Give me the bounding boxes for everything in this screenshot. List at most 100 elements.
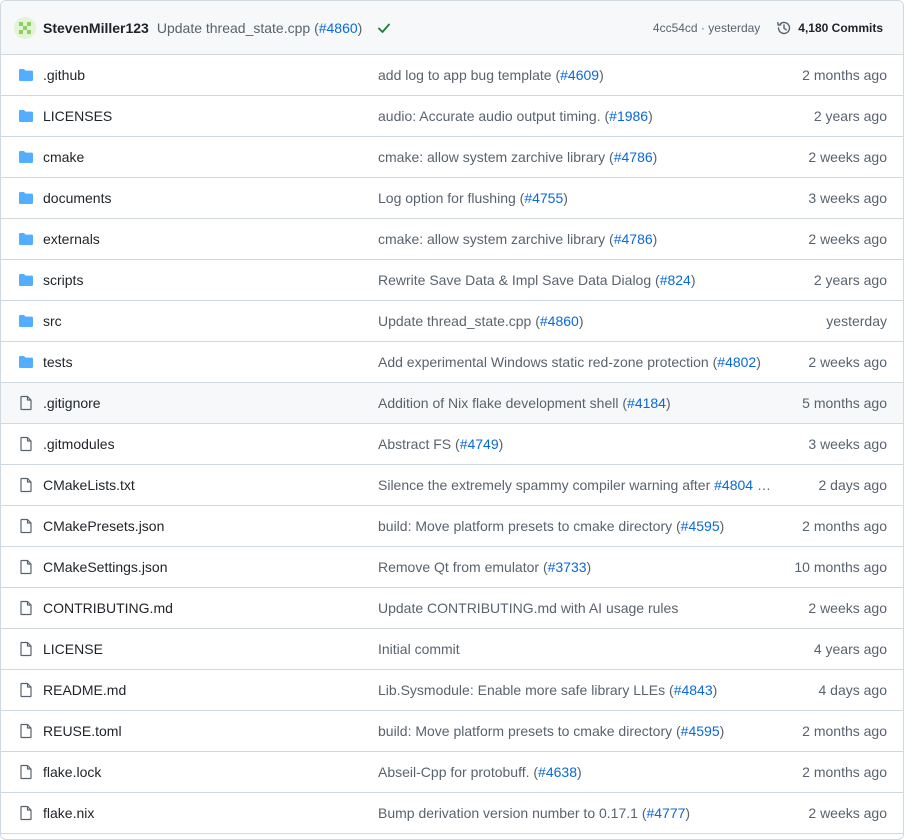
file-name-link[interactable]: README.md [43,682,126,698]
commit-age[interactable]: yesterday [826,313,887,329]
file-name-link[interactable]: documents [43,190,111,206]
pr-link[interactable]: #4184 [627,395,666,411]
pr-link[interactable]: #4786 [614,149,653,165]
file-name-link[interactable]: tests [43,354,73,370]
table-row-documents[interactable]: documents Log option for flushing (#4755… [1,178,903,219]
pr-link[interactable]: #4777 [646,805,685,821]
commit-age[interactable]: 5 months ago [802,395,887,411]
commit-age[interactable]: 2 months ago [802,764,887,780]
table-row-readme-md[interactable]: README.md Lib.Sysmodule: Enable more saf… [1,670,903,711]
file-name-link[interactable]: LICENSES [43,108,112,124]
pr-link[interactable]: #4638 [538,764,577,780]
commit-pr-link[interactable]: #4860 [319,20,358,36]
commit-message-link[interactable]: Update thread_state.cpp (#4860) [378,313,584,329]
table-row-contributing-md[interactable]: CONTRIBUTING.md Update CONTRIBUTING.md w… [1,588,903,629]
table-row-licenses[interactable]: LICENSES audio: Accurate audio output ti… [1,96,903,137]
file-name-link[interactable]: src [43,313,62,329]
file-name-link[interactable]: .github [43,67,85,83]
commit-message-text[interactable]: Update thread_state.cpp ( [157,20,319,36]
file-name-link[interactable]: cmake [43,149,84,165]
commit-message-link[interactable]: audio: Accurate audio output timing. (#1… [378,108,653,124]
table-row-cmakepresets-json[interactable]: CMakePresets.json build: Move platform p… [1,506,903,547]
commit-message-link[interactable]: build: Move platform presets to cmake di… [378,518,724,534]
table-row-gitmodules[interactable]: .gitmodules Abstract FS (#4749) 3 weeks … [1,424,903,465]
pr-link[interactable]: #4609 [560,67,599,83]
commit-age[interactable]: 4 years ago [814,641,887,657]
file-name-link[interactable]: .gitignore [43,395,101,411]
commit-age[interactable]: 10 months ago [794,559,887,575]
commit-message-link[interactable]: Addition of Nix flake development shell … [378,395,671,411]
pr-link[interactable]: #4595 [681,518,720,534]
table-row-src[interactable]: src Update thread_state.cpp (#4860) yest… [1,301,903,342]
file-name-link[interactable]: CMakeLists.txt [43,477,135,493]
table-row-cmakesettings-json[interactable]: CMakeSettings.json Remove Qt from emulat… [1,547,903,588]
file-name-link[interactable]: flake.lock [43,764,101,780]
commit-message-link[interactable]: Log option for flushing (#4755) [378,190,568,206]
commit-age[interactable]: 2 weeks ago [808,600,887,616]
pr-link[interactable]: #4595 [681,723,720,739]
file-name-link[interactable]: CMakePresets.json [43,518,164,534]
commit-message-link[interactable]: add log to app bug template (#4609) [378,67,604,83]
commit-age[interactable]: 2 months ago [802,67,887,83]
file-name-link[interactable]: scripts [43,272,83,288]
commit-age[interactable]: 2 weeks ago [808,354,887,370]
commit-age[interactable]: 3 weeks ago [808,190,887,206]
commit-age[interactable]: 2 years ago [814,108,887,124]
commit-message-link[interactable]: Bump derivation version number to 0.17.1… [378,805,690,821]
file-name-link[interactable]: CONTRIBUTING.md [43,600,173,616]
table-row-tests[interactable]: tests Add experimental Windows static re… [1,342,903,383]
commit-age[interactable]: 2 weeks ago [808,805,887,821]
pr-link[interactable]: #4843 [674,682,713,698]
check-icon[interactable] [376,20,392,36]
commit-age[interactable]: 2 weeks ago [808,149,887,165]
commit-age[interactable]: 2 days ago [819,477,888,493]
commit-message-link[interactable]: Lib.Sysmodule: Enable more safe library … [378,682,717,698]
commit-message-link[interactable]: Add experimental Windows static red-zone… [378,354,761,370]
commit-age[interactable]: 4 days ago [819,682,888,698]
commit-message-link[interactable]: Remove Qt from emulator (#3733) [378,559,591,575]
table-row-license[interactable]: LICENSE Initial commit 4 years ago [1,629,903,670]
table-row-gitignore[interactable]: .gitignore Addition of Nix flake develop… [1,383,903,424]
pr-link[interactable]: #4804 [714,477,753,493]
commit-message-link[interactable]: Abstract FS (#4749) [378,436,503,452]
commit-message-link[interactable]: Abseil-Cpp for protobuff. (#4638) [378,764,582,780]
latest-commit-message[interactable]: Update thread_state.cpp (#4860) [157,20,363,36]
table-row-externals[interactable]: externals cmake: allow system zarchive l… [1,219,903,260]
commit-message-link[interactable]: cmake: allow system zarchive library (#4… [378,149,657,165]
commits-history-link[interactable]: 4,180 Commits [776,20,883,36]
pr-link[interactable]: #4786 [614,231,653,247]
pr-link[interactable]: #824 [660,272,691,288]
commit-message-link[interactable]: cmake: allow system zarchive library (#4… [378,231,657,247]
commit-sha-time[interactable]: 4cc54cd · yesterday [653,21,760,35]
table-row-cmakelists-txt[interactable]: CMakeLists.txt Silence the extremely spa… [1,465,903,506]
commit-message-link[interactable]: Update CONTRIBUTING.md with AI usage rul… [378,600,678,616]
commit-message-link[interactable]: build: Move platform presets to cmake di… [378,723,724,739]
commit-age[interactable]: 2 weeks ago [808,231,887,247]
pr-link[interactable]: #4755 [524,190,563,206]
file-name-link[interactable]: externals [43,231,100,247]
file-name-link[interactable]: .gitmodules [43,436,115,452]
pr-link[interactable]: #1986 [609,108,648,124]
file-name-link[interactable]: LICENSE [43,641,103,657]
table-row-cmake[interactable]: cmake cmake: allow system zarchive libra… [1,137,903,178]
commit-message-link[interactable]: Initial commit [378,641,460,657]
table-row-reuse-toml[interactable]: REUSE.toml build: Move platform presets … [1,711,903,752]
commit-age[interactable]: 2 months ago [802,518,887,534]
table-row-scripts[interactable]: scripts Rewrite Save Data & Impl Save Da… [1,260,903,301]
table-row-flake-nix[interactable]: flake.nix Bump derivation version number… [1,793,903,834]
commit-message-link[interactable]: Rewrite Save Data & Impl Save Data Dialo… [378,272,696,288]
file-name-link[interactable]: REUSE.toml [43,723,122,739]
commit-message-link[interactable]: Silence the extremely spammy compiler wa… [378,477,770,493]
pr-link[interactable]: #4860 [540,313,579,329]
commit-age[interactable]: 2 years ago [814,272,887,288]
pr-link[interactable]: #4749 [460,436,499,452]
commit-author-link[interactable]: StevenMiller123 [43,20,149,36]
file-name-link[interactable]: CMakeSettings.json [43,559,168,575]
avatar[interactable] [14,16,36,39]
commit-age[interactable]: 2 months ago [802,723,887,739]
table-row-flake-lock[interactable]: flake.lock Abseil-Cpp for protobuff. (#4… [1,752,903,793]
file-name-link[interactable]: flake.nix [43,805,94,821]
commit-age[interactable]: 3 weeks ago [808,436,887,452]
table-row-github[interactable]: .github add log to app bug template (#46… [1,55,903,96]
pr-link[interactable]: #3733 [548,559,587,575]
